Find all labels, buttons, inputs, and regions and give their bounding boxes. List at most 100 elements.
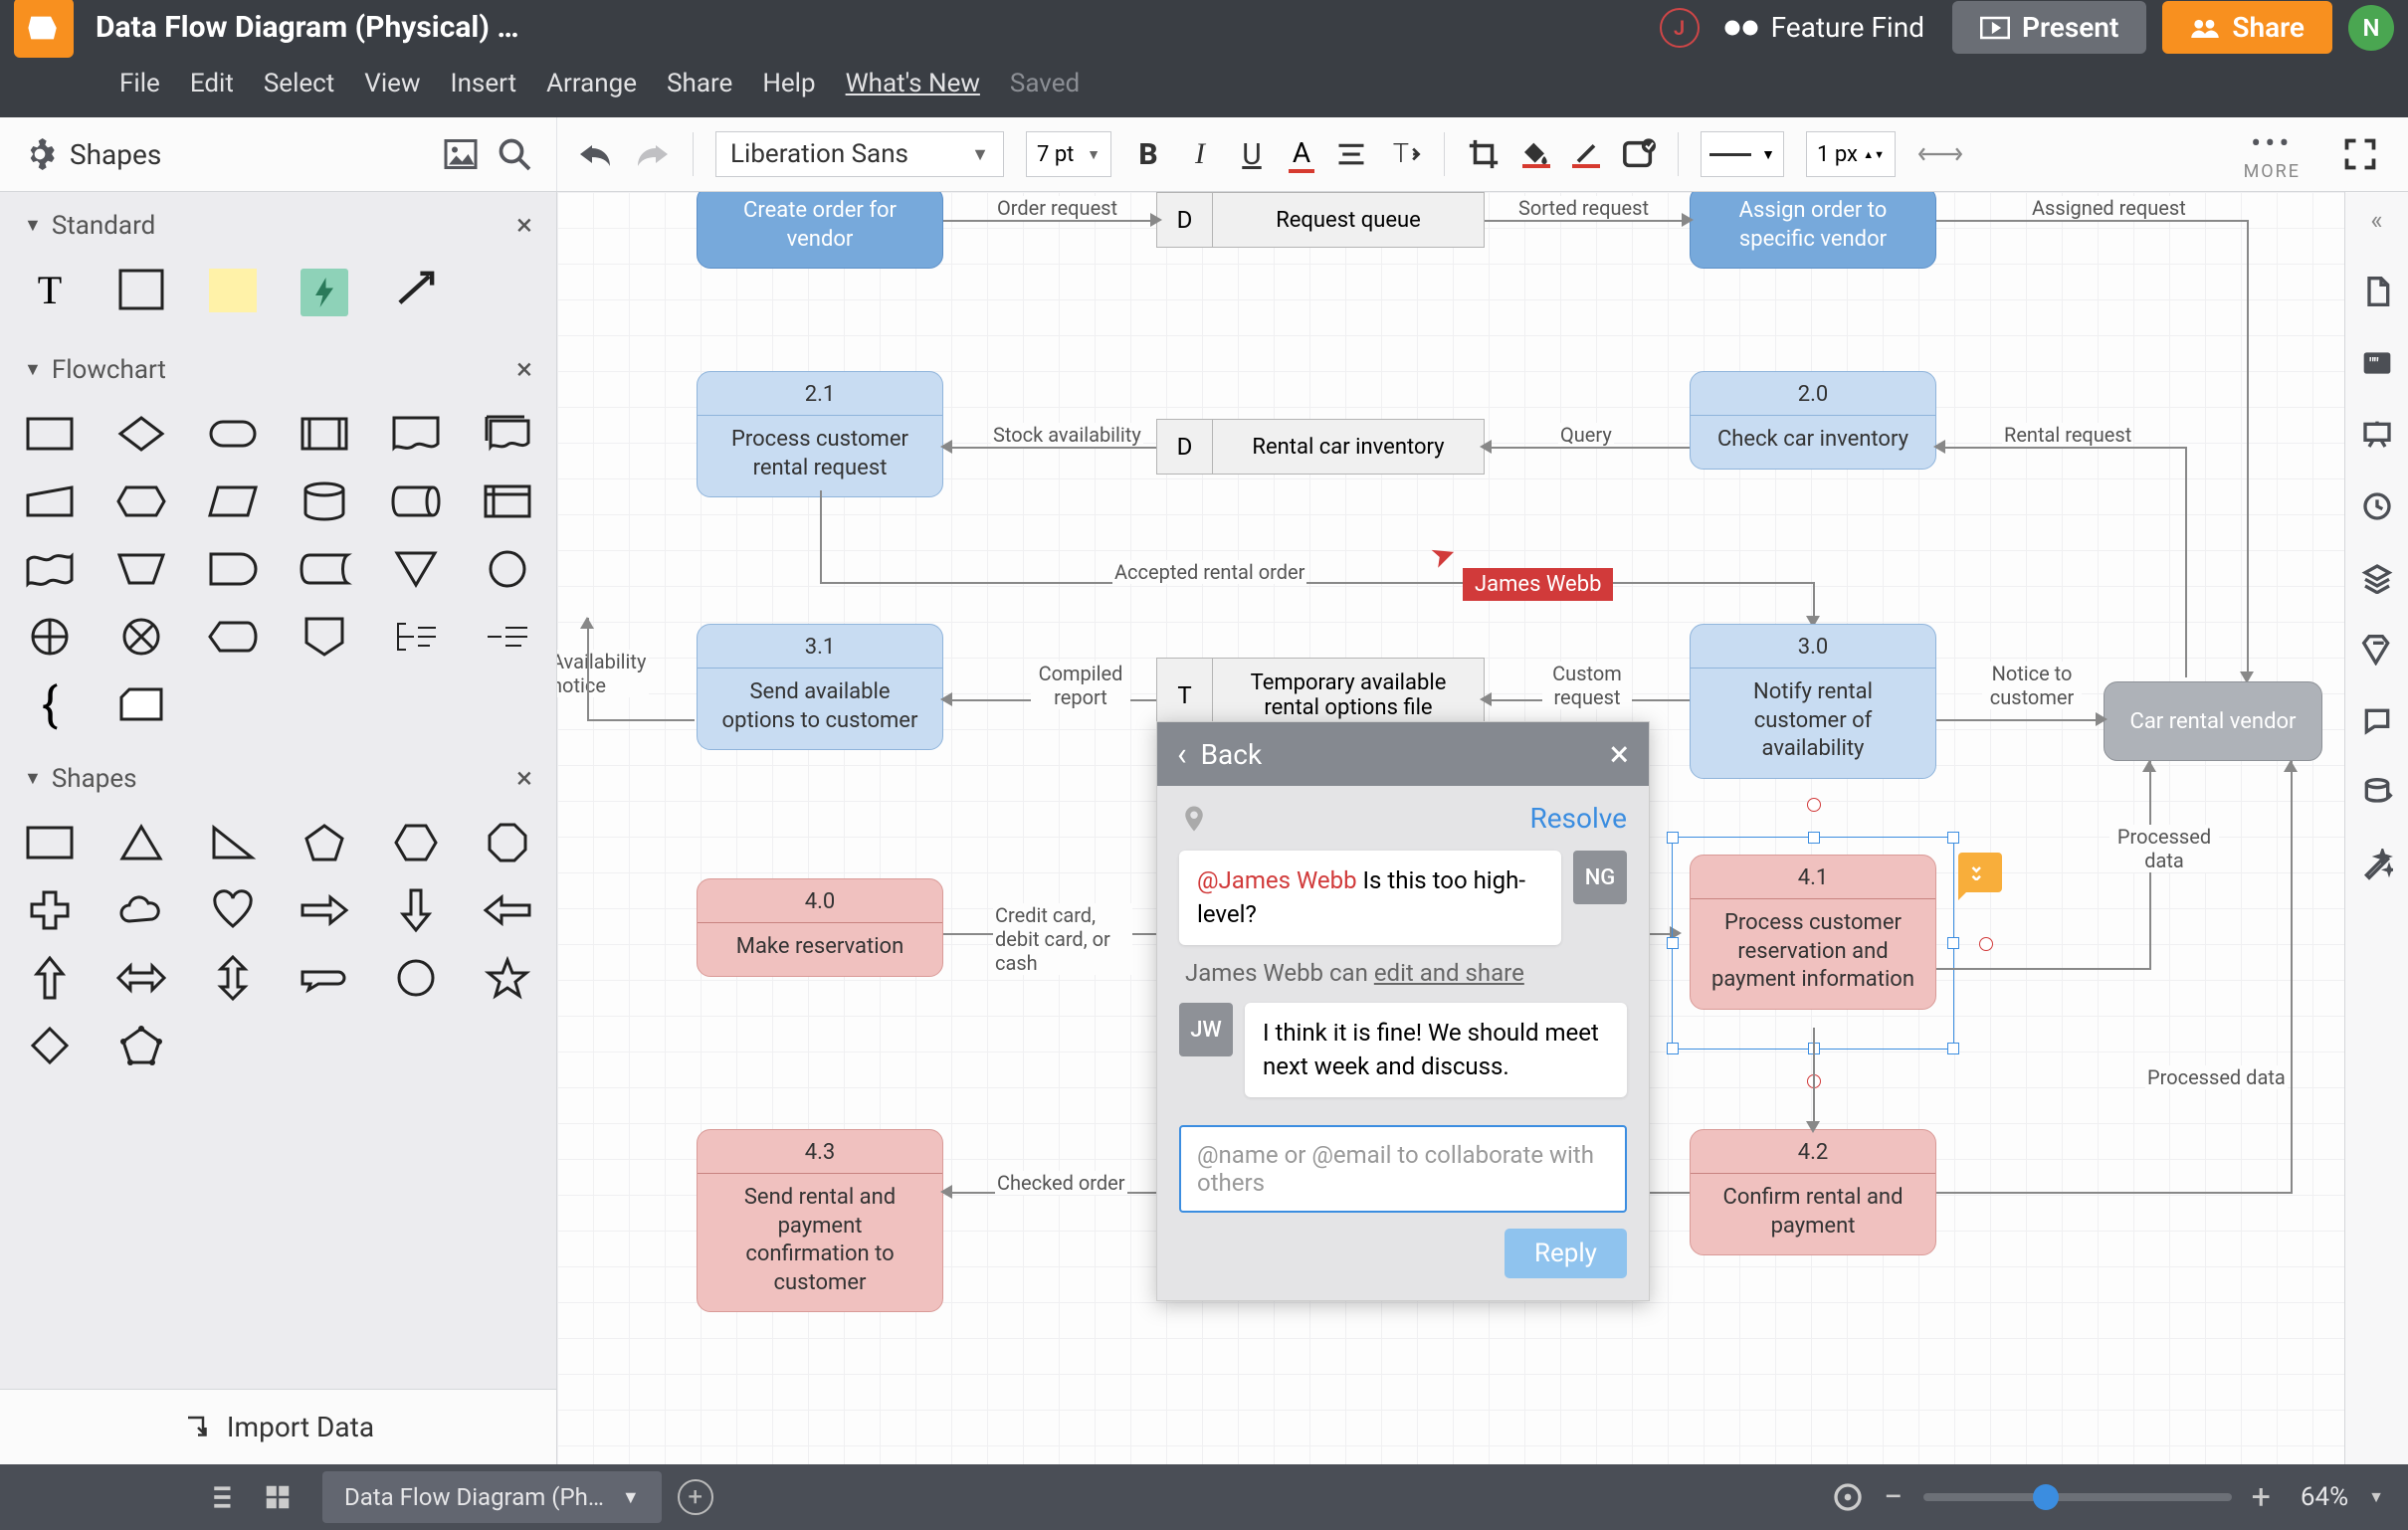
section-flowchart[interactable]: ▼Flowchart× <box>0 336 556 403</box>
sh-uparrow[interactable] <box>26 957 74 999</box>
text-field-icon[interactable]: T <box>1388 139 1422 169</box>
line-color-button[interactable] <box>1572 140 1600 168</box>
fc-preparation[interactable] <box>117 480 165 522</box>
fc-summing[interactable] <box>117 616 165 658</box>
edit-share-link[interactable]: edit and share <box>1374 959 1524 987</box>
menu-arrange[interactable]: Arrange <box>546 69 637 98</box>
font-family-select[interactable]: Liberation Sans▼ <box>715 131 1004 177</box>
fill-color-button[interactable] <box>1522 140 1550 168</box>
rect-shape[interactable] <box>117 269 165 310</box>
menu-whats-new[interactable]: What's New <box>846 69 980 98</box>
chat-icon[interactable] <box>2361 705 2393 737</box>
sh-downarrow[interactable] <box>392 889 440 931</box>
canvas[interactable]: Create order for vendor DRequest queue A… <box>557 192 2344 1464</box>
close-icon[interactable]: × <box>516 761 532 796</box>
fc-card[interactable] <box>117 683 165 725</box>
menu-share[interactable]: Share <box>667 69 732 98</box>
sh-circle[interactable] <box>392 957 440 999</box>
line-endpoints-icon[interactable] <box>1917 144 1963 164</box>
target-icon[interactable] <box>1832 1481 1864 1513</box>
back-label[interactable]: Back <box>1201 738 1263 771</box>
node-43[interactable]: 4.3Send rental and payment confirmation … <box>697 1129 943 1312</box>
sh-pentagon[interactable] <box>301 822 348 863</box>
section-shapes[interactable]: ▼Shapes× <box>0 745 556 812</box>
gear-icon[interactable] <box>24 138 56 170</box>
font-size-select[interactable]: 7 pt▼ <box>1026 131 1111 177</box>
data-icon[interactable] <box>2361 777 2393 809</box>
fc-manualinput[interactable] <box>26 480 74 522</box>
sh-leftarrow[interactable] <box>484 889 531 931</box>
menu-view[interactable]: View <box>364 69 420 98</box>
fc-internalstorage[interactable] <box>484 480 531 522</box>
more-button[interactable]: ••• MORE <box>2244 126 2301 182</box>
line-style-select[interactable]: ▼ <box>1701 131 1784 177</box>
comment-marker-icon[interactable] <box>1958 853 2002 892</box>
text-shape[interactable]: T <box>26 269 74 310</box>
zoom-dropdown-caret[interactable]: ▼ <box>2368 1487 2384 1507</box>
comment-input[interactable]: @name or @email to collaborate with othe… <box>1179 1125 1627 1213</box>
sh-rect[interactable] <box>26 822 74 863</box>
italic-button[interactable]: I <box>1185 139 1215 169</box>
fc-directdata[interactable] <box>392 480 440 522</box>
align-icon[interactable] <box>1336 141 1366 167</box>
sh-righttriangle[interactable] <box>209 822 257 863</box>
underline-button[interactable]: U <box>1237 139 1267 169</box>
page-tab[interactable]: Data Flow Diagram (Ph…▼ <box>322 1471 662 1523</box>
sh-diamond[interactable] <box>26 1025 74 1066</box>
magic-icon[interactable] <box>2361 849 2393 880</box>
document-title[interactable]: Data Flow Diagram (Physical) … <box>96 10 519 45</box>
smart-shape[interactable] <box>301 269 348 316</box>
fc-database[interactable] <box>301 480 348 522</box>
fc-process[interactable] <box>26 413 74 455</box>
import-data-button[interactable]: Import Data <box>0 1389 557 1464</box>
text-color-button[interactable]: A <box>1289 136 1314 173</box>
node-31[interactable]: 3.1Send available options to customer <box>697 624 943 750</box>
sh-octagon[interactable] <box>484 822 531 863</box>
fc-annotation[interactable] <box>392 616 440 658</box>
note-shape[interactable] <box>209 269 257 312</box>
fc-offpage[interactable] <box>301 616 348 658</box>
add-page-button[interactable]: + <box>678 1479 713 1515</box>
quote-icon[interactable]: "" <box>2361 347 2393 379</box>
user-avatar-n[interactable]: N <box>2348 5 2394 51</box>
fullscreen-icon[interactable] <box>2342 136 2378 172</box>
node-21[interactable]: 2.1Process customer rental request <box>697 371 943 497</box>
sh-heart[interactable] <box>209 889 257 931</box>
sh-lrarrow[interactable] <box>117 957 165 999</box>
pin-icon[interactable] <box>1179 804 1209 834</box>
fc-delay[interactable] <box>209 548 257 590</box>
sh-polygon[interactable] <box>117 1025 165 1066</box>
sh-cloud[interactable] <box>117 889 165 931</box>
sh-hexagon[interactable] <box>392 822 440 863</box>
fc-manualop[interactable] <box>117 548 165 590</box>
page-icon[interactable] <box>2361 276 2393 307</box>
collaborator-avatar-j[interactable]: J <box>1660 8 1700 48</box>
sh-udarrow[interactable] <box>209 957 257 999</box>
fc-decision[interactable] <box>117 413 165 455</box>
undo-icon[interactable] <box>577 140 613 168</box>
presentation-icon[interactable] <box>2361 419 2393 451</box>
sh-star[interactable] <box>484 957 531 999</box>
grid-icon[interactable] <box>263 1482 293 1512</box>
datastore-inventory[interactable]: DRental car inventory <box>1156 419 1485 475</box>
close-icon[interactable]: × <box>1610 733 1629 775</box>
app-logo[interactable] <box>14 0 74 58</box>
zoom-slider[interactable] <box>1923 1493 2232 1501</box>
fc-display[interactable] <box>209 616 257 658</box>
menu-file[interactable]: File <box>119 69 160 98</box>
reply-button[interactable]: Reply <box>1505 1229 1627 1278</box>
node-create-order[interactable]: Create order for vendor <box>697 192 943 269</box>
node-30[interactable]: 3.0Notify rental customer of availabilit… <box>1690 624 1936 779</box>
feature-find-button[interactable]: Feature Find <box>1723 11 1924 44</box>
menu-edit[interactable]: Edit <box>190 69 234 98</box>
node-42[interactable]: 4.2Confirm rental and payment <box>1690 1129 1936 1255</box>
fc-annotation2[interactable] <box>484 616 531 658</box>
fc-data[interactable] <box>209 480 257 522</box>
fc-or[interactable] <box>26 616 74 658</box>
collapse-chevrons-icon[interactable]: « <box>2370 206 2382 236</box>
share-button[interactable]: Share <box>2162 1 2332 54</box>
node-assign-order[interactable]: Assign order to specific vendor <box>1690 192 1936 269</box>
redo-icon[interactable] <box>635 140 671 168</box>
zoom-percentage[interactable]: 64% <box>2301 1482 2348 1512</box>
fc-storeddata[interactable] <box>301 548 348 590</box>
